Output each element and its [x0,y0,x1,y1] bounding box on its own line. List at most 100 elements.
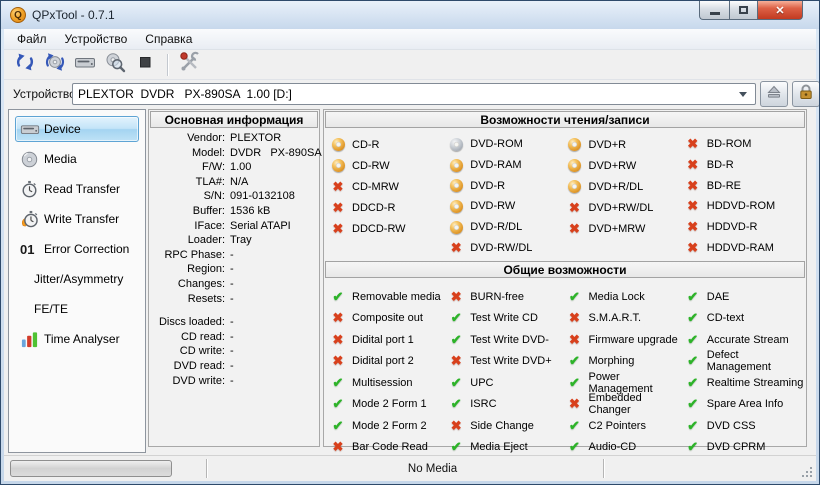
disc-read-icon [449,137,463,151]
check-icon: ✔ [332,396,344,412]
capability-label: CD-text [706,312,745,325]
titlebar[interactable]: Q QPxTool - 0.7.1 ✕ [1,1,819,29]
capability-item-dae: ✔ DAE [686,286,804,308]
sidebar-item-fe-te[interactable]: FE/TE [15,296,139,322]
media-status-panel: No Media [207,456,603,481]
capability-column: ✖ BURN-free ✔ Test Write CD ✔ Test Write DVD-… [449,286,567,458]
menu-item-устройство[interactable]: Устройство [56,29,137,49]
device-combobox[interactable]: PLEXTOR DVDR PX-890SA 1.00 [D:] [72,83,756,105]
disc-write-icon [568,138,582,152]
general-capabilities-title: Общие возможности [325,261,805,278]
check-icon: ✔ [332,417,344,433]
sidebar-item-jitter-asymmetry[interactable]: Jitter/Asymmetry [15,266,139,292]
capability-label: Media Lock [588,290,645,303]
device-info-button[interactable] [70,51,100,78]
info-row-value: - [230,316,234,329]
check-icon: ✔ [450,396,462,412]
disc-write-icon [331,138,345,151]
cross-icon: ✖ [687,136,699,152]
capability-label: BURN-free [470,290,525,303]
check-icon: ✔ [450,310,462,326]
capability-column: ✔ DAE ✔ CD-text ✔ Accurate Stream ✔ Defect Mana… [686,286,804,458]
menu-item-файл[interactable]: Файл [8,29,56,49]
info-row-label: IFace: [194,219,225,232]
capability-label: Didital port 1 [352,333,414,346]
minimize-button[interactable] [699,1,729,20]
stop-button[interactable] [130,51,160,78]
capability-item-dvd-r-dl: DVD+R/DL [568,176,686,197]
capability-label: DVD-RW/DL [470,241,533,254]
info-row-value: Tray [230,234,252,247]
check-icon: ✔ [687,353,699,369]
capability-item-dvd-r: DVD-R [449,175,567,196]
barchart-icon [20,329,44,349]
refresh-icon [14,51,36,78]
lock-button[interactable] [792,81,819,107]
eject-button[interactable] [760,81,788,107]
capability-item-test-write-cd: ✔ Test Write CD [449,308,567,330]
sidebar-item-error-correction[interactable]: 01 Error Correction [15,236,139,262]
rw-capabilities-title: Возможности чтения/записи [325,111,805,128]
statusbar-separator [603,459,604,478]
stopwatch-icon [20,179,44,199]
capability-item-dvd-r-dl: DVD-R/DL [449,217,567,238]
cross-icon: ✖ [332,199,344,215]
cross-icon: ✖ [569,396,580,412]
sidebar-item-write-transfer[interactable]: Write Transfer [15,206,139,232]
check-icon: ✔ [687,331,699,347]
capability-item-dvd-r: DVD+R [568,134,686,155]
scan-media-button[interactable] [100,51,130,78]
capability-label: DVD+MRW [588,222,646,235]
cross-icon: ✖ [332,331,344,347]
cross-icon: ✖ [450,239,462,255]
sidebar-item-media[interactable]: Media [15,146,139,172]
capability-label: DDCD-RW [352,222,406,235]
capability-column: CD-R CD-RW ✖ CD-MRW ✖ DDCD-R ✖ DDCD-RW [331,134,449,258]
sidebar-item-read-transfer[interactable]: Read Transfer [15,176,139,202]
general-capabilities-grid: ✔ Removable media ✖ Composite out ✖ Didital p… [324,279,806,460]
info-row-label: Changes: [177,277,225,290]
preferences-button[interactable] [175,51,205,78]
capability-label: Realtime Streaming [706,376,804,389]
sidebar-item-device[interactable]: Device [15,116,139,142]
sidebar-item-label: Read Transfer [44,182,121,196]
capability-label: DVD+RW/DL [588,201,654,214]
capability-item-realtime-streaming: ✔ Realtime Streaming [686,372,804,394]
sidebar-item-time-analyser[interactable]: Time Analyser [15,326,139,352]
info-row: RPC Phase: - [149,249,319,264]
close-button[interactable]: ✕ [757,1,803,20]
menu-item-справка[interactable]: Справка [136,29,201,49]
disc-write-icon [449,220,463,234]
capability-column: ✔ Removable media ✖ Composite out ✖ Didital p… [331,286,449,458]
capability-label: Embedded Changer [588,392,642,417]
capability-item-dvd-ram: DVD-RAM [449,155,567,176]
eject-icon [764,82,784,107]
capability-item-accurate-stream: ✔ Accurate Stream [686,329,804,351]
capability-item-burn-free: ✖ BURN-free [449,286,567,308]
refresh-button[interactable] [10,51,40,78]
info-row: Model: DVDR PX-890SA [149,147,322,162]
sidebar: Device Media Read Transfer Write Transfer 01… [8,109,146,453]
capability-label: DVD-RAM [470,159,522,171]
check-icon: ✔ [687,310,699,326]
capability-label: Test Write DVD- [470,333,549,346]
maximize-button[interactable] [729,1,757,20]
cross-icon: ✖ [332,220,344,236]
disc-refresh-icon [44,51,66,78]
resize-grip[interactable] [801,466,814,479]
info-row-value: - [230,345,234,358]
cross-icon: ✖ [450,353,462,369]
rescan-media-button[interactable] [40,51,70,78]
capability-item-dvd-rw: DVD-RW [449,196,567,217]
capability-label: Didital port 2 [352,355,414,368]
maximize-icon [739,6,748,14]
lock-icon [796,82,816,107]
capability-item-bd-r: ✖ BD-R [686,155,804,176]
capability-column: DVD+R DVD+RW DVD+R/DL ✖ DVD+RW/DL ✖ DVD+MRW [568,134,686,258]
capability-label: DVD+R [588,138,627,151]
capability-label: BD-RE [706,179,741,192]
check-icon: ✔ [450,331,462,347]
progress-bar [10,460,172,477]
capability-item-dvd-rw-dl: ✖ DVD+RW/DL [568,197,686,218]
check-icon: ✔ [569,353,580,369]
